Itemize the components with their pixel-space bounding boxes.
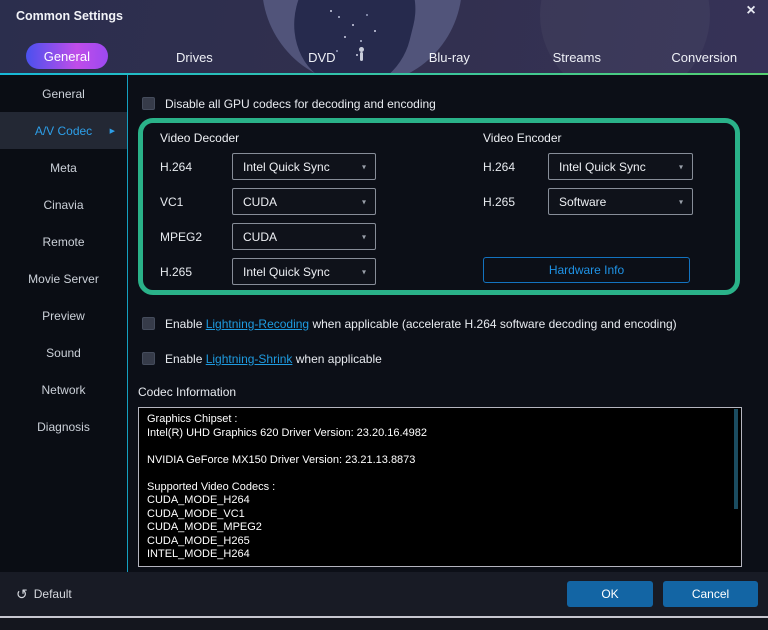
close-icon[interactable]: × (742, 2, 760, 20)
tab-dvd[interactable]: DVD (258, 42, 385, 72)
lightning-recoding-label: Enable Lightning-Recoding when applicabl… (165, 317, 677, 331)
label-text: Enable (165, 352, 206, 366)
encoder-h265-label: H.265 (483, 195, 516, 209)
sidebar-item-label: A/V Codec (34, 123, 93, 138)
sidebar-item-network[interactable]: Network (0, 371, 127, 408)
decoder-mpeg2-dropdown[interactable]: CUDA ▾ (232, 223, 376, 250)
scrollbar-thumb[interactable] (734, 409, 738, 509)
decoder-h264-dropdown[interactable]: Intel Quick Sync ▾ (232, 153, 376, 180)
dropdown-value: CUDA (243, 194, 278, 209)
cancel-button[interactable]: Cancel (663, 581, 758, 607)
sidebar-item-cinavia[interactable]: Cinavia (0, 186, 127, 223)
background-strip (0, 618, 768, 630)
sidebar-item-remote[interactable]: Remote (0, 223, 127, 260)
stars-decoration (330, 10, 332, 12)
chevron-down-icon: ▾ (361, 197, 366, 206)
dropdown-value: Intel Quick Sync (243, 264, 330, 279)
lightning-recoding-checkbox[interactable] (142, 317, 155, 330)
chevron-down-icon: ▾ (361, 162, 366, 171)
lightning-shrink-checkbox[interactable] (142, 352, 155, 365)
sidebar-item-av-codec[interactable]: A/V Codec ▶ (0, 112, 127, 149)
lightning-recoding-link[interactable]: Lightning-Recoding (206, 317, 309, 331)
decoder-mpeg2-label: MPEG2 (160, 230, 203, 244)
footer: ↺ Default OK Cancel (0, 572, 768, 616)
codec-information-textarea[interactable]: Graphics Chipset : Intel(R) UHD Graphics… (138, 407, 742, 567)
sidebar-item-movie-server[interactable]: Movie Server (0, 260, 127, 297)
dropdown-value: Software (559, 194, 607, 209)
encoder-h264-dropdown[interactable]: Intel Quick Sync ▾ (548, 153, 693, 180)
sidebar-item-meta[interactable]: Meta (0, 149, 127, 186)
chevron-down-icon: ▾ (361, 267, 366, 276)
default-label: Default (33, 587, 72, 601)
chevron-right-icon: ▶ (109, 127, 115, 135)
lightning-shrink-label: Enable Lightning-Shrink when applicable (165, 352, 382, 366)
reset-icon: ↺ (16, 585, 28, 602)
ok-button[interactable]: OK (567, 581, 653, 607)
decoder-vc1-label: VC1 (160, 195, 184, 209)
sidebar: General A/V Codec ▶ Meta Cinavia Remote … (0, 75, 128, 572)
video-decoder-title: Video Decoder (160, 131, 240, 145)
tab-conversion[interactable]: Conversion (641, 42, 768, 72)
header: Common Settings × General Drives DVD Blu… (0, 0, 768, 75)
decoder-h265-label: H.265 (160, 265, 193, 279)
sidebar-item-preview[interactable]: Preview (0, 297, 127, 334)
chevron-down-icon: ▾ (361, 232, 366, 241)
encoder-h264-label: H.264 (483, 160, 516, 174)
tab-bluray[interactable]: Blu-ray (386, 42, 513, 72)
disable-gpu-checkbox[interactable] (142, 97, 155, 110)
disable-gpu-label: Disable all GPU codecs for decoding and … (165, 97, 436, 111)
codec-information-label: Codec Information (138, 385, 237, 399)
decoder-h264-label: H.264 (160, 160, 193, 174)
label-text: Enable (165, 317, 206, 331)
sidebar-item-diagnosis[interactable]: Diagnosis (0, 408, 127, 445)
encoder-h265-dropdown[interactable]: Software ▾ (548, 188, 693, 215)
dropdown-value: Intel Quick Sync (559, 159, 646, 174)
sidebar-item-sound[interactable]: Sound (0, 334, 127, 371)
window-title: Common Settings (16, 9, 123, 23)
tab-drives[interactable]: Drives (131, 42, 258, 72)
label-text: when applicable (292, 352, 382, 366)
dropdown-value: CUDA (243, 229, 278, 244)
label-text: when applicable (accelerate H.264 softwa… (309, 317, 677, 331)
lightning-shrink-link[interactable]: Lightning-Shrink (206, 352, 293, 366)
dropdown-value: Intel Quick Sync (243, 159, 330, 174)
tab-general[interactable]: General (26, 43, 108, 69)
tab-bar: General Drives DVD Blu-ray Streams Conve… (0, 42, 768, 72)
hardware-info-button[interactable]: Hardware Info (483, 257, 690, 283)
chevron-down-icon: ▾ (678, 197, 683, 206)
sidebar-item-general[interactable]: General (0, 75, 127, 112)
common-settings-dialog: Common Settings × General Drives DVD Blu… (0, 0, 768, 630)
tab-streams[interactable]: Streams (513, 42, 640, 72)
default-button[interactable]: ↺ Default (16, 572, 72, 616)
decoder-vc1-dropdown[interactable]: CUDA ▾ (232, 188, 376, 215)
video-encoder-title: Video Encoder (483, 131, 562, 145)
decoder-h265-dropdown[interactable]: Intel Quick Sync ▾ (232, 258, 376, 285)
chevron-down-icon: ▾ (678, 162, 683, 171)
